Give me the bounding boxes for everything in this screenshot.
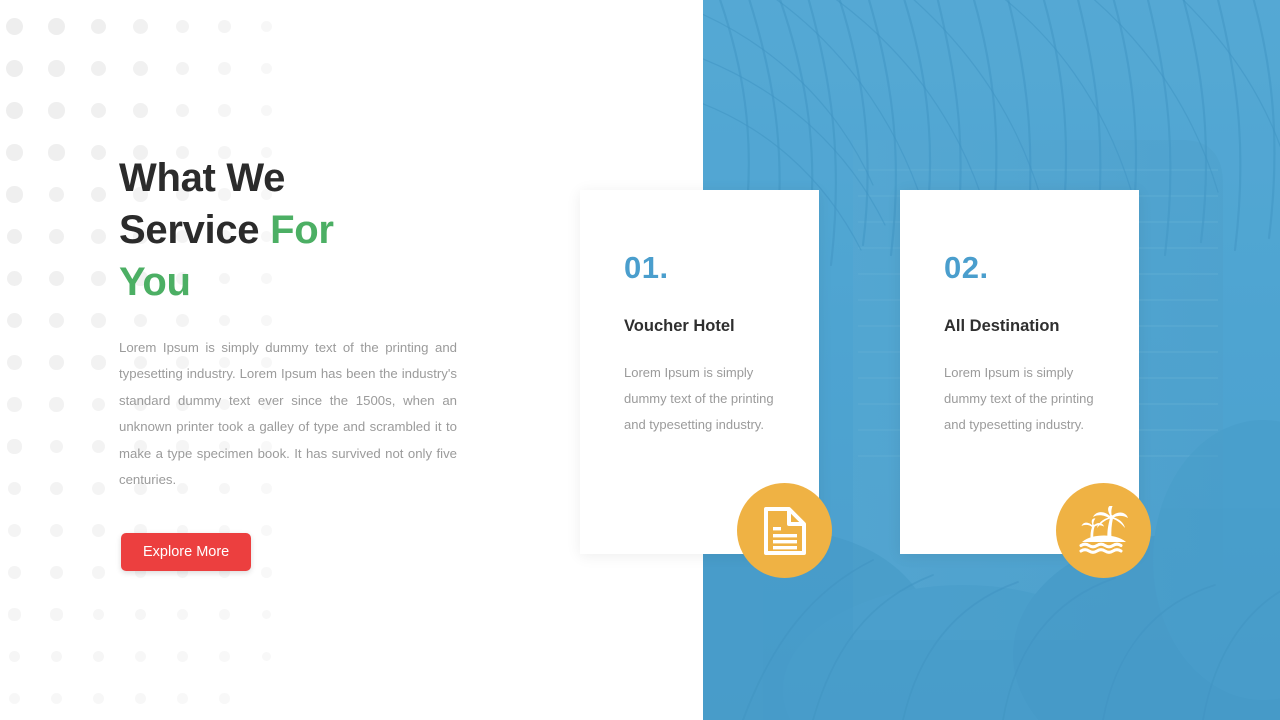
decorative-dot xyxy=(219,609,230,620)
decorative-dot xyxy=(48,228,65,245)
card-title: All Destination xyxy=(944,317,1060,335)
page-title: What We Service For You xyxy=(119,152,479,308)
headline-line-2-plain: Service xyxy=(119,208,271,252)
decorative-dot xyxy=(134,650,146,662)
decorative-dot xyxy=(50,524,63,537)
decorative-dot xyxy=(48,60,65,77)
decorative-dot xyxy=(261,105,272,116)
decorative-dot xyxy=(8,566,21,579)
decorative-dot xyxy=(8,692,21,705)
decorative-dot xyxy=(50,608,63,621)
decorative-dot xyxy=(218,314,231,327)
decorative-dot xyxy=(175,61,190,76)
decorative-dot xyxy=(175,103,190,118)
decorative-dot xyxy=(218,62,231,75)
decorative-dot xyxy=(48,102,65,119)
decorative-dot xyxy=(92,524,105,537)
decorative-dot xyxy=(48,18,65,35)
decorative-dot xyxy=(7,355,22,370)
decorative-dot xyxy=(218,20,231,33)
decorative-dot xyxy=(7,481,22,496)
decorative-dot xyxy=(133,103,148,118)
decorative-dot xyxy=(6,270,23,287)
decorative-dot xyxy=(51,693,62,704)
card-description: Lorem Ipsum is simply dummy text of the … xyxy=(944,365,1094,432)
decorative-dot xyxy=(6,60,23,77)
decorative-dot xyxy=(135,693,146,704)
document-icon xyxy=(763,506,806,555)
decorative-dot xyxy=(261,525,272,536)
decorative-dot xyxy=(261,567,272,578)
decorative-dot xyxy=(7,439,22,454)
decorative-dot xyxy=(92,608,105,621)
decorative-dot xyxy=(90,144,107,161)
decorative-dot xyxy=(48,270,65,287)
decorative-dot xyxy=(90,102,107,119)
decorative-dot xyxy=(93,693,104,704)
decorative-dot xyxy=(91,481,105,495)
decorative-dot xyxy=(48,186,65,203)
decorative-dot xyxy=(7,397,22,412)
decorative-dot xyxy=(90,18,107,35)
decorative-dot xyxy=(177,651,188,662)
decorative-dot xyxy=(261,651,272,662)
decorative-dot xyxy=(90,228,107,245)
decorative-dot xyxy=(50,566,63,579)
decorative-dot xyxy=(6,102,23,119)
decorative-dot xyxy=(91,397,106,412)
decorative-dot xyxy=(176,314,189,327)
explore-more-button[interactable]: Explore More xyxy=(121,533,252,571)
decorative-dot xyxy=(219,693,230,704)
decorative-dot xyxy=(261,609,272,620)
headline-line-1: What We xyxy=(119,156,286,200)
decorative-dot xyxy=(261,315,272,326)
decorative-dot xyxy=(49,439,64,454)
decorative-dot xyxy=(91,271,106,286)
decorative-dot xyxy=(49,397,64,412)
decorative-dot xyxy=(90,186,107,203)
document-icon-badge[interactable] xyxy=(737,483,832,578)
decorative-dot xyxy=(91,439,106,454)
decorative-dot xyxy=(6,312,23,329)
decorative-dot xyxy=(177,693,188,704)
decorative-dot xyxy=(92,650,105,663)
decorative-dot xyxy=(260,62,272,74)
decorative-dot xyxy=(48,144,65,161)
decorative-dot xyxy=(219,651,230,662)
decorative-dot xyxy=(6,18,23,35)
decorative-dot xyxy=(92,566,105,579)
decorative-dot xyxy=(7,523,22,538)
decorative-dot xyxy=(49,481,64,496)
body-paragraph: Lorem Ipsum is simply dummy text of the … xyxy=(119,340,457,488)
decorative-dot xyxy=(132,18,148,34)
decorative-dot xyxy=(90,60,107,77)
card-number: 01. xyxy=(624,250,669,285)
palm-island-icon-badge[interactable] xyxy=(1056,483,1151,578)
decorative-dot xyxy=(6,144,23,161)
decorative-dot xyxy=(134,608,147,621)
decorative-dot xyxy=(176,608,188,620)
decorative-dot xyxy=(91,313,106,328)
decorative-dot xyxy=(133,313,148,328)
card-title: Voucher Hotel xyxy=(624,317,735,335)
decorative-dot xyxy=(49,355,64,370)
decorative-dot xyxy=(8,608,21,621)
decorative-dot xyxy=(50,650,63,663)
headline-line-2-accent: For xyxy=(270,208,334,252)
decorative-dot xyxy=(260,20,272,32)
decorative-dot xyxy=(8,650,21,663)
card-description: Lorem Ipsum is simply dummy text of the … xyxy=(624,365,774,432)
decorative-dot xyxy=(6,186,23,203)
palm-island-icon xyxy=(1079,505,1128,554)
decorative-dot xyxy=(175,19,190,34)
decorative-dot xyxy=(218,104,231,117)
slide-canvas: What We Service For You Lorem Ipsum is s… xyxy=(0,0,1280,720)
decorative-dot xyxy=(133,61,148,76)
card-number: 02. xyxy=(944,250,989,285)
headline-line-3-accent: You xyxy=(119,260,191,304)
decorative-dot xyxy=(6,228,23,245)
decorative-dot xyxy=(48,312,64,328)
decorative-dot xyxy=(91,355,106,370)
